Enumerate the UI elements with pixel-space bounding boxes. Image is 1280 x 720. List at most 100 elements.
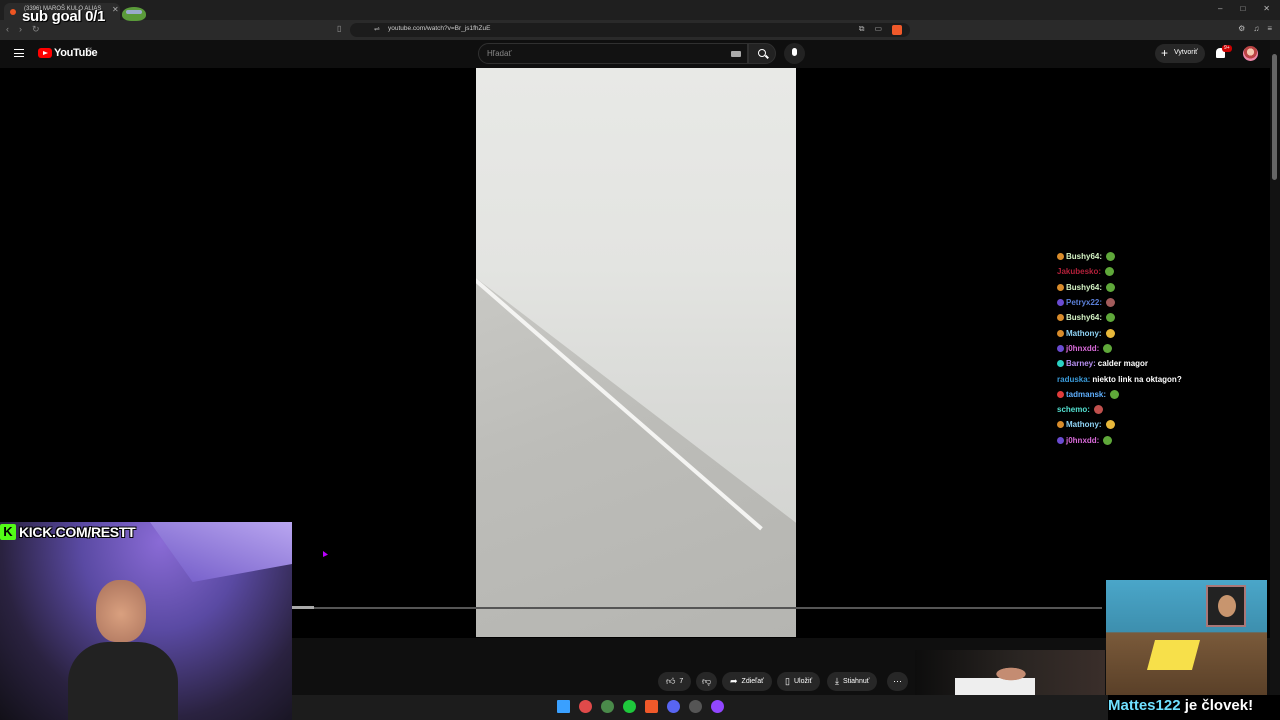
youtube-logo-icon[interactable] [38, 48, 52, 58]
like-count: 7 [679, 678, 684, 685]
save-label: Uložiť [793, 678, 813, 685]
chat-username: schemo: [1057, 405, 1090, 415]
chat-message: Jakubesko: [1057, 264, 1227, 279]
browser-toolbar: ‹ › ↻ ▯ ⇌ youtube.com/watch?v=Br_js1fhZu… [0, 20, 1280, 40]
nav-buttons: ‹ › ↻ [6, 24, 40, 35]
minimize-button[interactable]: – [1218, 4, 1222, 13]
site-info-icon[interactable]: ⇌ [374, 25, 380, 33]
windows-start-icon[interactable] [557, 700, 570, 713]
chat-emote-icon [1105, 328, 1115, 338]
green-app-icon[interactable] [623, 700, 636, 713]
chat-text: niekto link na oktagon? [1092, 374, 1182, 384]
chat-username: j0hnxdd: [1066, 343, 1100, 353]
browser-tab-bar: (3396) MAROŠ KULO ALIAS ✕ – □ ✕ [0, 0, 1280, 20]
sub-goal-overlay: sub goal 0/1 [22, 8, 106, 25]
search-input[interactable]: Hľadať [478, 43, 748, 64]
thumbs-down-icon: 👎︎ [702, 676, 712, 686]
scrollbar-thumb[interactable] [1272, 54, 1277, 180]
video-progress-bar[interactable] [292, 607, 1102, 609]
chat-badge-icon [1057, 253, 1064, 261]
search-placeholder: Hľadať [487, 49, 512, 58]
chat-badge-icon [1057, 436, 1064, 444]
chat-username: j0hnxdd: [1066, 435, 1100, 445]
like-button[interactable]: 👍︎ 7 [658, 672, 692, 691]
chat-badge-icon [1057, 390, 1064, 398]
page-scrollbar[interactable] [1270, 40, 1280, 695]
chat-username: Mathony: [1066, 420, 1102, 430]
bookmark-icon[interactable]: ▯ [337, 24, 341, 33]
media-icon[interactable]: ♫ [1253, 24, 1259, 33]
recording-icon [10, 9, 16, 15]
chat-message: j0hnxdd: [1057, 341, 1227, 356]
chat-badge-icon [1057, 314, 1064, 322]
close-tab-icon[interactable]: ✕ [112, 5, 119, 14]
chat-username: Mathony: [1066, 328, 1102, 338]
chat-message: Mathony: [1057, 325, 1227, 340]
taskbar-icons [557, 700, 724, 713]
bookmark-save-icon: ▯ [785, 676, 790, 686]
twitch-icon[interactable] [711, 700, 724, 713]
video-progress-played [292, 606, 314, 609]
reload-icon[interactable]: ↻ [32, 24, 40, 35]
chat-message: j0hnxdd: [1057, 433, 1227, 448]
cast-icon[interactable]: ▭ [874, 24, 882, 35]
forward-icon[interactable]: › [19, 24, 22, 35]
plus-icon: + [1161, 46, 1169, 60]
keyboard-icon[interactable] [731, 51, 741, 57]
pepe-emote-icon [122, 7, 146, 21]
chat-emote-icon [1106, 298, 1116, 308]
webcam-ceiling [150, 522, 292, 582]
menu-icon[interactable]: ≡ [1267, 24, 1272, 33]
chat-emote-icon [1105, 420, 1115, 430]
address-bar[interactable]: ▯ ⇌ youtube.com/watch?v=Br_js1fhZuE ⧉ ▭ [337, 23, 910, 37]
video-frame[interactable] [476, 68, 796, 637]
avatar[interactable] [1243, 46, 1258, 61]
hamburger-menu-icon[interactable] [14, 49, 24, 57]
webcam-person [68, 580, 178, 720]
brave-icon[interactable] [645, 700, 658, 713]
dislike-button[interactable]: 👎︎ [696, 672, 718, 691]
follower-message: je človek! [1180, 697, 1254, 714]
share-button[interactable]: ➦ Zdieľať [722, 672, 772, 691]
share-label: Zdieľať [741, 678, 764, 685]
chat-username: Bushy64: [1066, 252, 1103, 262]
search-icon [758, 49, 766, 57]
chat-message: Mathony: [1057, 417, 1227, 432]
video-stairs [476, 278, 796, 637]
create-button[interactable]: + Vytvoriť [1155, 44, 1205, 63]
kick-logo-icon: K [0, 524, 16, 540]
extensions-icon[interactable]: ⚙ [1238, 24, 1245, 33]
streamer-webcam [0, 522, 292, 720]
voice-search-button[interactable] [784, 43, 805, 64]
save-button[interactable]: ▯ Uložiť [777, 672, 821, 691]
chat-badge-icon [1057, 329, 1064, 337]
close-window-button[interactable]: ✕ [1263, 4, 1270, 13]
chat-username: tadmansk: [1066, 389, 1107, 399]
translate-icon[interactable]: ⧉ [859, 24, 865, 35]
back-icon[interactable]: ‹ [6, 24, 9, 35]
chat-badge-icon [1057, 299, 1064, 307]
stream-chat-overlay: Bushy64: Jakubesko: Bushy64: Petryx22: Bushy… [1057, 249, 1227, 448]
chat-emote-icon [1103, 343, 1113, 353]
brave-shield-icon[interactable] [892, 25, 902, 35]
discord-icon[interactable] [667, 700, 680, 713]
obs-icon[interactable] [689, 700, 702, 713]
download-label: Stiahnuť [842, 678, 870, 685]
download-button[interactable]: ⤓ Stiahnuť [827, 672, 878, 691]
more-icon: ⋯ [893, 676, 902, 686]
chat-message: raduska: niekto link na oktagon? [1057, 371, 1227, 386]
chat-username: Bushy64: [1066, 313, 1103, 323]
maps-pin-icon[interactable] [579, 700, 592, 713]
url-text[interactable]: youtube.com/watch?v=Br_js1fhZuE [388, 25, 490, 32]
maximize-button[interactable]: □ [1240, 4, 1245, 13]
chat-badge-icon [1057, 283, 1064, 291]
chat-message: Petryx22: [1057, 295, 1227, 310]
search-button[interactable] [748, 43, 776, 64]
chat-emote-icon [1103, 435, 1113, 445]
xbox-icon[interactable] [601, 700, 614, 713]
more-actions-button[interactable]: ⋯ [887, 672, 908, 691]
chat-username: Jakubesko: [1057, 267, 1102, 277]
chat-emote-icon [1106, 282, 1116, 292]
chat-message: Bushy64: [1057, 280, 1227, 295]
notification-badge: 9+ [1222, 45, 1232, 52]
